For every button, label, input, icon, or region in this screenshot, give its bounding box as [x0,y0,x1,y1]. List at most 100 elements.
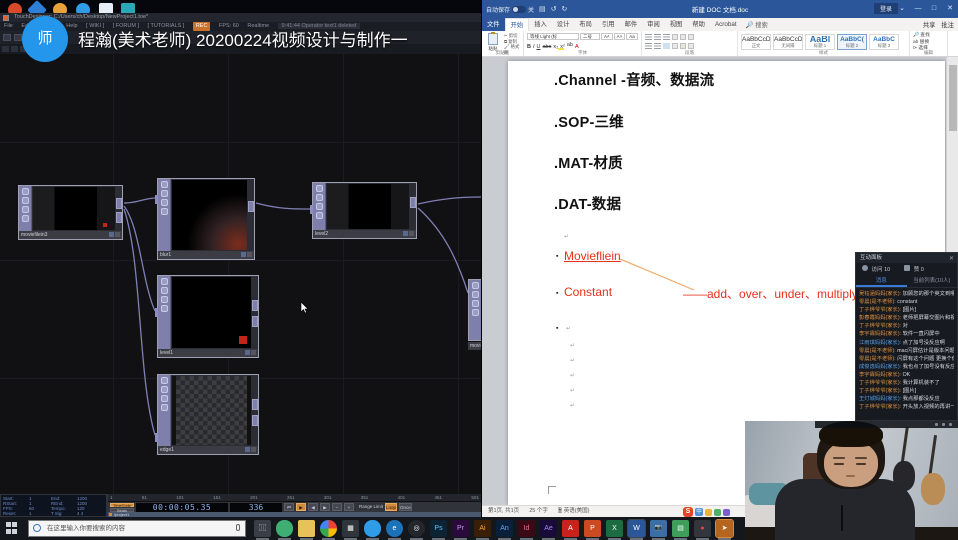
autosave-toggle[interactable]: 自动保存 关 [486,5,534,14]
close-button[interactable]: ✕ [942,0,958,18]
tab-member-list[interactable]: 当前列表(10人) [907,275,958,287]
ribbon-options-icon[interactable]: ⌄ [894,0,910,18]
taskbar-icon-notes[interactable]: ▤ [672,520,689,537]
node-flag-strip[interactable] [469,280,481,340]
style-no-spacing[interactable]: AaBbCcD 无间隔 [773,34,803,50]
taskbar-icon-qq[interactable] [364,520,381,537]
collapse-icon[interactable] [2,46,9,52]
taskbar-icon-file-explorer[interactable] [298,520,315,537]
language-indicator[interactable]: 🖹 英语(美国) [558,506,590,517]
timeline-ruler[interactable]: 151 101151 201251 301351 401451 501 [108,494,481,502]
once-button[interactable]: Once [399,503,412,511]
taskbar-icon-photoshop[interactable]: Ps [430,520,447,537]
node-flags[interactable] [402,231,415,237]
tab-references[interactable]: 引用 [597,18,620,31]
td-titlebar[interactable]: TouchDesigner: C:/Users/ch/Desktop/NewPr… [0,13,481,22]
webcam-control-icon[interactable] [935,423,938,426]
sogou-icon[interactable]: S [683,507,693,517]
node-output-connector[interactable] [248,201,254,212]
node-output-connector[interactable] [116,198,122,209]
grow-font-button[interactable]: A˄ [601,33,613,40]
node-output-connector[interactable] [252,415,258,426]
td-node-level1[interactable]: level1 [157,275,259,358]
node-preview[interactable] [172,376,251,445]
menu-file[interactable]: File [4,23,13,29]
node-output-connector[interactable] [252,399,258,410]
sort-icon[interactable] [688,34,694,40]
borders-icon[interactable] [688,43,694,49]
node-flags[interactable] [244,447,257,453]
td-node-edge[interactable]: edge1 [157,374,259,455]
node-flag-strip[interactable] [313,183,326,230]
shading-icon[interactable] [680,43,686,49]
close-icon[interactable]: ✕ [949,254,954,264]
taskbar-search[interactable]: 在这里输入你要搜索的内容 [28,520,246,537]
style-heading2[interactable]: AaBbC( 标题 2 [837,34,867,50]
shrink-font-button[interactable]: A˅ [614,33,626,40]
tab-mailings[interactable]: 邮件 [620,18,643,31]
line-spacing-icon[interactable] [672,43,678,49]
taskbar-icon-chrome[interactable] [320,520,337,537]
taskbar-icon-recorder[interactable]: ● [694,520,711,537]
share-button[interactable]: 共享 [923,20,936,29]
tab-view[interactable]: 视图 [665,18,688,31]
node-flag-strip[interactable] [158,375,171,446]
chat-message-list[interactable]: 吴钰涵妈妈(家长): 加顾您的那个英文到哪中看 零晨(是不老师): consta… [856,288,957,413]
taskbar-icon-acrobat[interactable]: A [562,520,579,537]
ime-icon[interactable] [723,509,730,516]
taskbar-icon-excel[interactable]: X [606,520,623,537]
taskbar-icon-illustrator[interactable]: Ai [474,520,491,537]
node-preview[interactable] [172,180,247,250]
style-heading3[interactable]: AaBbC 标题 3 [869,34,899,50]
step-back-button[interactable]: ◀ [308,503,318,511]
webcam-controls-bar[interactable] [815,421,958,428]
step-forward-button[interactable]: ▶ [320,503,330,511]
td-node-level2[interactable]: level2 [312,182,417,239]
bullets-icon[interactable] [645,34,652,40]
node-flag-strip[interactable] [158,179,171,251]
node-flag-strip[interactable] [158,276,171,349]
maximize-button[interactable]: □ [926,0,942,18]
webcam-control-icon[interactable] [949,423,952,426]
tab-layout[interactable]: 布局 [574,18,597,31]
webcam-view[interactable] [745,421,958,540]
align-justify-icon[interactable] [663,43,670,49]
font-size-select[interactable]: 二号 [580,33,600,40]
redo-icon[interactable]: ↻ [562,5,568,13]
plus-button[interactable]: + [344,503,354,511]
multilevel-icon[interactable] [663,34,670,40]
taskbar-icon-edge[interactable]: e [386,520,403,537]
mail-icon[interactable] [3,34,11,41]
numbering-icon[interactable] [654,34,661,40]
taskbar-icon-obs[interactable]: ◎ [408,520,425,537]
node-preview[interactable] [172,277,251,348]
tab-messages[interactable]: 消息 [856,275,907,287]
node-flag-strip[interactable] [19,186,32,231]
menu-help[interactable]: Help [66,23,77,29]
node-flags[interactable] [108,232,121,238]
scrollbar-thumb[interactable] [949,65,957,131]
taskbar-icon-camera[interactable]: 📷 [650,520,667,537]
undo-icon[interactable]: ↺ [551,5,557,13]
tab-home[interactable]: 开始 [505,18,530,32]
node-flags[interactable] [244,350,257,356]
save-icon[interactable]: ▤ [539,5,546,13]
taskbar-icon-wechat[interactable] [276,520,293,537]
loop-button[interactable]: Loop [385,503,397,511]
ime-icon[interactable] [705,509,712,516]
stop-icon[interactable] [11,46,18,52]
ime-mode-icon[interactable]: 中 [695,508,703,516]
timecode-button[interactable]: TimeCode [110,503,134,507]
minus-button[interactable]: − [332,503,342,511]
align-center-icon[interactable] [654,43,661,49]
text-highlight-button[interactable]: ab [567,42,573,50]
comments-button[interactable]: 批注 [941,20,954,29]
node-output-connector[interactable] [410,197,416,208]
word-count[interactable]: 25 个字 [529,506,548,517]
node-preview[interactable] [327,184,409,229]
taskbar-icon-powerpoint[interactable]: P [584,520,601,537]
bookmark-icon[interactable] [14,34,22,41]
node-flags[interactable] [240,252,253,258]
change-case-button[interactable]: Aa [626,33,638,40]
style-normal[interactable]: AaBbCcD 正文 [741,34,771,50]
